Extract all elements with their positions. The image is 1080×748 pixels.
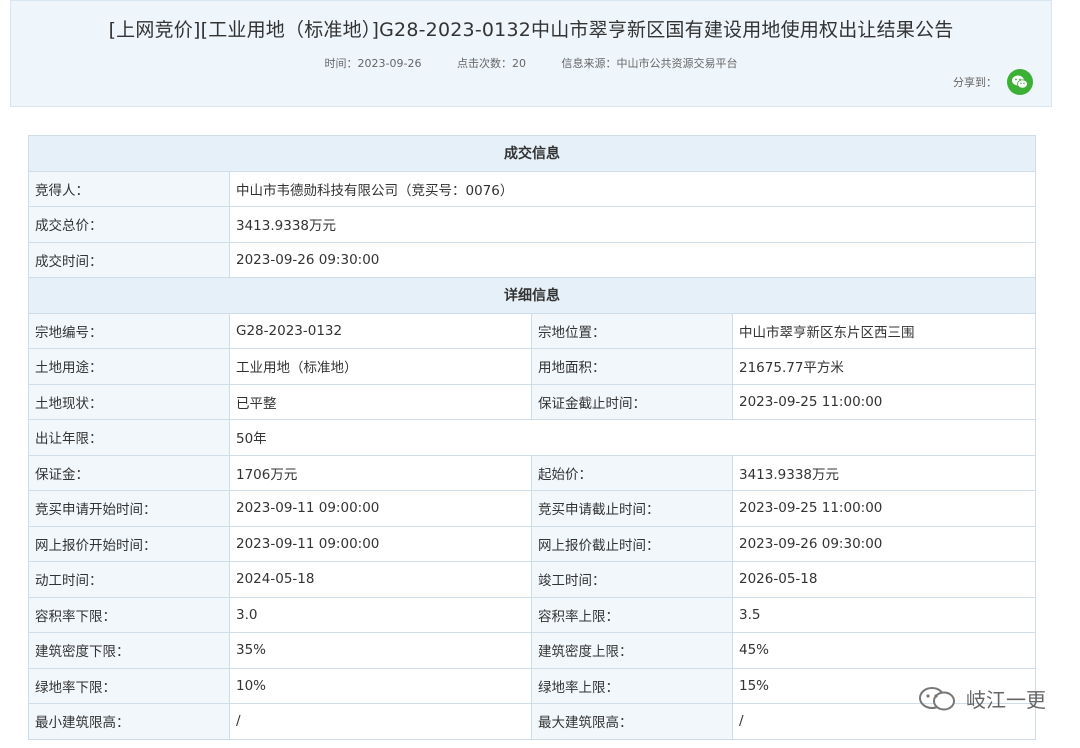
share-bar: 分享到： (953, 69, 1033, 95)
field-label: 竞买申请开始时间： (28, 490, 230, 527)
field-value: 已平整 (229, 383, 532, 420)
table-row: 最小建筑限高： / 最大建筑限高： / (28, 703, 1036, 740)
table-row: 土地现状： 已平整 保证金截止时间： 2023-09-25 11:00:00 (28, 383, 1036, 420)
table-row: 容积率下限： 3.0 容积率上限： 3.5 (28, 596, 1036, 633)
result-table-container: 成交信息 竞得人： 中山市韦德勋科技有限公司（竞买号：0076） 成交总价： 3413.… (28, 135, 1036, 740)
field-value: 45% (732, 632, 1036, 669)
info-source: 信息来源：中山市公共资源交易平台 (561, 57, 738, 70)
field-label: 竣工时间： (531, 561, 733, 598)
field-label: 土地用途： (28, 348, 230, 385)
field-value: 35% (229, 632, 532, 669)
field-value: 2023-09-11 09:00:00 (229, 525, 532, 562)
field-label: 最大建筑限高： (531, 703, 733, 740)
field-label: 建筑密度上限： (531, 632, 733, 669)
field-label: 用地面积： (531, 348, 733, 385)
field-value: 2026-05-18 (732, 561, 1036, 598)
field-value: 2023-09-25 11:00:00 (732, 383, 1036, 420)
field-label: 建筑密度下限： (28, 632, 230, 669)
field-value: 10% (229, 667, 532, 704)
field-value: 1706万元 (229, 454, 532, 491)
table-row: 成交时间： 2023-09-26 09:30:00 (28, 241, 1036, 278)
field-label: 保证金： (28, 454, 230, 491)
deal-section-title: 成交信息 (28, 135, 1036, 172)
field-value: 21675.77平方米 (732, 348, 1036, 385)
field-value: 3.0 (229, 596, 532, 633)
meta-info: 时间：2023-09-26 点击次数：20 信息来源：中山市公共资源交易平台 (11, 55, 1051, 71)
field-value: 2023-09-25 11:00:00 (732, 490, 1036, 527)
field-label: 土地现状： (28, 383, 230, 420)
field-value: 2024-05-18 (229, 561, 532, 598)
field-label: 容积率下限： (28, 596, 230, 633)
detail-section-title: 详细信息 (28, 277, 1036, 314)
field-label: 宗地编号： (28, 312, 230, 349)
share-label: 分享到： (953, 76, 997, 89)
publish-time: 时间：2023-09-26 (324, 57, 422, 70)
watermark-text: 岐江一更 (966, 688, 1046, 712)
field-label: 容积率上限： (531, 596, 733, 633)
announcement-header: [上网竞价][工业用地（标准地）]G28-2023-0132中山市翠亨新区国有建… (10, 0, 1052, 107)
table-row: 竞得人： 中山市韦德勋科技有限公司（竞买号：0076） (28, 170, 1036, 207)
table-row: 竞买申请开始时间： 2023-09-11 09:00:00 竞买申请截止时间： 202… (28, 490, 1036, 527)
table-row: 绿地率下限： 10% 绿地率上限： 15% (28, 667, 1036, 704)
field-value: 2023-09-26 09:30:00 (732, 525, 1036, 562)
field-label: 起始价： (531, 454, 733, 491)
field-value: / (229, 703, 532, 740)
field-label: 网上报价截止时间： (531, 525, 733, 562)
table-row: 保证金： 1706万元 起始价： 3413.9338万元 (28, 454, 1036, 491)
field-value: 3413.9338万元 (732, 454, 1036, 491)
field-value: 3.5 (732, 596, 1036, 633)
table-row: 宗地编号： G28-2023-0132 宗地位置： 中山市翠亨新区东片区西三围 (28, 312, 1036, 349)
field-value: 工业用地（标准地） (229, 348, 532, 385)
field-label: 网上报价开始时间： (28, 525, 230, 562)
result-table: 成交信息 竞得人： 中山市韦德勋科技有限公司（竞买号：0076） 成交总价： 3413.… (28, 135, 1036, 740)
field-label: 竞买申请截止时间： (531, 490, 733, 527)
field-label: 成交时间： (28, 241, 230, 278)
field-label: 最小建筑限高： (28, 703, 230, 740)
wechat-icon[interactable] (1007, 69, 1033, 95)
click-count: 点击次数：20 (456, 57, 526, 70)
field-label: 动工时间： (28, 561, 230, 598)
field-value: 中山市韦德勋科技有限公司（竞买号：0076） (229, 170, 1036, 207)
field-label: 成交总价： (28, 206, 230, 243)
field-label: 绿地率下限： (28, 667, 230, 704)
field-value: 3413.9338万元 (229, 206, 1036, 243)
field-value: G28-2023-0132 (229, 312, 532, 349)
table-row: 动工时间： 2024-05-18 竣工时间： 2026-05-18 (28, 561, 1036, 598)
field-value: 中山市翠亨新区东片区西三围 (732, 312, 1036, 349)
field-label: 竞得人： (28, 170, 230, 207)
deal-section-row: 成交信息 (28, 135, 1036, 172)
table-row: 成交总价： 3413.9338万元 (28, 206, 1036, 243)
field-label: 出让年限： (28, 419, 230, 456)
field-value: 50年 (229, 419, 1036, 456)
table-row: 网上报价开始时间： 2023-09-11 09:00:00 网上报价截止时间： 202… (28, 525, 1036, 562)
table-row: 出让年限： 50年 (28, 419, 1036, 456)
detail-section-row: 详细信息 (28, 277, 1036, 314)
wechat-watermark-icon (919, 686, 955, 710)
field-label: 绿地率上限： (531, 667, 733, 704)
watermark: 岐江一更 (918, 684, 1046, 713)
field-value: 2023-09-11 09:00:00 (229, 490, 532, 527)
field-label: 保证金截止时间： (531, 383, 733, 420)
field-value: 2023-09-26 09:30:00 (229, 241, 1036, 278)
table-row: 土地用途： 工业用地（标准地） 用地面积： 21675.77平方米 (28, 348, 1036, 385)
table-row: 建筑密度下限： 35% 建筑密度上限： 45% (28, 632, 1036, 669)
page-title: [上网竞价][工业用地（标准地）]G28-2023-0132中山市翠亨新区国有建… (108, 19, 954, 41)
field-label: 宗地位置： (531, 312, 733, 349)
